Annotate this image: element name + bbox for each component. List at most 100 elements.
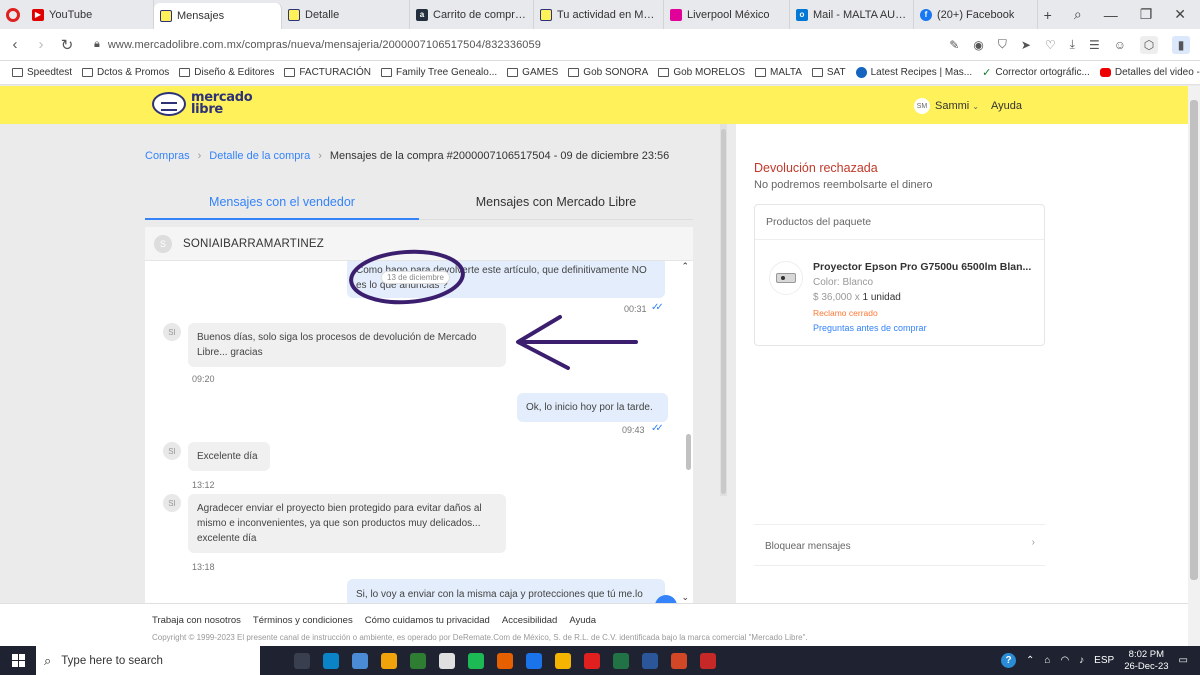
scrollbar-thumb[interactable] (1190, 100, 1198, 580)
url-field[interactable]: www.mercadolibre.com.mx/compras/nueva/me… (108, 39, 541, 51)
heart-icon[interactable]: ♡ (1045, 38, 1056, 52)
network-icon[interactable]: ⌂ (1044, 655, 1050, 666)
product-name[interactable]: Proyector Epson Pro G7500u 6500lm Blan..… (813, 261, 1031, 273)
close-icon[interactable]: ✕ (1174, 6, 1186, 23)
footer-link[interactable]: Accesibilidad (502, 615, 557, 626)
bookmark-item[interactable]: FACTURACIÓN (284, 67, 371, 78)
user-menu[interactable]: SM Sammi ⌄ (914, 98, 979, 114)
bookmark-item[interactable]: Diseño & Editores (179, 67, 274, 78)
minimize-icon[interactable]: — (1104, 7, 1118, 23)
extensions-icon[interactable]: ⬡ (1140, 35, 1158, 54)
help-link[interactable]: Ayuda (991, 100, 1022, 112)
chat-scrollbar[interactable] (686, 434, 691, 470)
bookmark-item[interactable]: Speedtest (12, 67, 72, 78)
chevron-up-icon[interactable]: ⌃ (1026, 655, 1034, 666)
footer-link[interactable]: Cómo cuidamos tu privacidad (365, 615, 490, 626)
restore-icon[interactable]: ❐ (1140, 6, 1153, 23)
help-icon[interactable]: ? (1001, 653, 1016, 668)
windows-start-icon[interactable] (0, 654, 36, 667)
bookmark-label: Diseño & Editores (194, 67, 275, 78)
menu-icon[interactable]: ☰ (1089, 38, 1100, 52)
taskbar-app-icon[interactable] (700, 652, 716, 669)
taskbar-app-icon[interactable] (555, 652, 571, 669)
mercadolibre-logo[interactable]: mercado libre (152, 91, 253, 116)
tab-facebook[interactable]: f (20+) Facebook (914, 0, 1038, 29)
scroll-up-arrow-icon[interactable]: ⌃ (681, 261, 689, 272)
bookmark-item[interactable]: Latest Recipes | Mas... (855, 67, 972, 78)
bookmark-item[interactable]: Family Tree Genealo... (381, 67, 497, 78)
bookmark-item[interactable]: ✓ Corrector ortográfic... (982, 66, 1090, 79)
forward-icon[interactable]: › (28, 36, 54, 53)
bookmark-item[interactable]: Detalles del video -... (1099, 67, 1200, 78)
bookmark-item[interactable]: Gob MORELOS (658, 67, 745, 78)
chat-thread[interactable]: Como hago para devolverte este artículo,… (145, 261, 693, 603)
facebook-icon: f (920, 8, 932, 21)
tab-ml-activity[interactable]: Tu actividad en Mercado L (534, 0, 664, 29)
reload-icon[interactable]: ↻ (54, 36, 80, 54)
tab-youtube[interactable]: ▶ YouTube (26, 0, 154, 29)
taskbar-app-icon[interactable] (584, 652, 600, 669)
taskbar-app-icon[interactable] (497, 652, 513, 669)
bookmark-item[interactable]: Dctos & Promos (82, 67, 169, 78)
footer-link[interactable]: Trabaja con nosotros (152, 615, 241, 626)
tab-amazon-cart[interactable]: a Carrito de compras de Am (410, 0, 534, 29)
lock-icon[interactable]: 🔒︎ (94, 38, 100, 51)
wifi-icon[interactable]: ◠ (1060, 655, 1069, 666)
sidebar-icon[interactable]: ▮ (1172, 35, 1190, 54)
tab-liverpool[interactable]: Liverpool México (664, 0, 790, 29)
back-icon[interactable]: ‹ (2, 36, 28, 53)
breadcrumb-detalle[interactable]: Detalle de la compra (209, 150, 310, 162)
bookmark-item[interactable]: Gob SONORA (568, 67, 648, 78)
bookmark-item[interactable]: SAT (811, 67, 846, 78)
message-time: 09:43 (622, 425, 645, 435)
opera-logo-icon[interactable] (0, 0, 26, 29)
send-icon[interactable]: ➤ (1021, 38, 1031, 52)
avatar: SM (914, 98, 930, 114)
breadcrumb-compras[interactable]: Compras (145, 150, 190, 162)
notifications-icon[interactable]: ▭ (1179, 655, 1188, 666)
taskbar-search[interactable]: ⌕ Type here to search (36, 646, 260, 675)
search-tabs-icon[interactable]: ⌕ (1074, 6, 1082, 23)
clock[interactable]: 8:02 PM 26-Dec-23 (1124, 649, 1168, 673)
tab-title: Carrito de compras de Am (433, 8, 527, 21)
taskbar-app-icon[interactable] (468, 652, 484, 669)
tab-ml-messages[interactable]: Mensajes con Mercado Libre (419, 186, 693, 220)
taskbar-app-icon[interactable] (526, 652, 542, 669)
questions-link[interactable]: Preguntas antes de comprar (813, 323, 927, 333)
content-scrollbar[interactable] (720, 124, 727, 496)
message-bubble-incoming: Excelente día (188, 442, 270, 471)
taskbar-app-icon[interactable] (381, 652, 397, 669)
taskbar-app-icon[interactable] (439, 652, 455, 669)
taskbar-app-icon[interactable] (352, 652, 368, 669)
edit-icon[interactable]: ✎ (949, 38, 959, 52)
taskbar-app-icon[interactable] (642, 652, 658, 669)
taskbar-app-icon[interactable] (294, 652, 310, 669)
tab-mail[interactable]: o Mail - MALTA AUDIOVISU (790, 0, 914, 29)
footer-link[interactable]: Términos y condiciones (253, 615, 353, 626)
product-price: $ 36,000 x 1 unidad (813, 292, 901, 303)
scrollbar-thumb[interactable] (721, 129, 726, 494)
new-tab-icon[interactable]: + (1044, 7, 1052, 23)
product-thumbnail[interactable] (769, 261, 803, 295)
tab-seller-messages[interactable]: Mensajes con el vendedor (145, 186, 419, 220)
language-indicator[interactable]: ESP (1094, 655, 1114, 666)
bookmark-item[interactable]: GAMES (507, 67, 558, 78)
scroll-down-arrow-icon[interactable]: ⌄ (681, 592, 689, 603)
profile-icon[interactable]: ☺ (1114, 38, 1126, 52)
taskbar-app-icon[interactable] (613, 652, 629, 669)
tab-mensajes[interactable]: Mensajes (154, 3, 282, 29)
taskbar-app-icon[interactable] (410, 652, 426, 669)
message-time: 13:12 (192, 480, 215, 490)
windows-taskbar: ⌕ Type here to search ? ⌃ ⌂ ◠ ♪ ESP 8:02… (0, 646, 1200, 675)
bookmark-item[interactable]: MALTA (755, 67, 802, 78)
shield-icon[interactable]: ⛉ (998, 37, 1007, 52)
download-icon[interactable]: ⤓ (1070, 37, 1075, 52)
volume-icon[interactable]: ♪ (1079, 655, 1084, 666)
taskbar-app-icon[interactable] (671, 652, 687, 669)
block-messages-row[interactable]: Bloquear mensajes › (754, 524, 1045, 566)
taskbar-app-icon[interactable] (323, 652, 339, 669)
camera-icon[interactable]: ◉ (973, 38, 983, 52)
footer-link[interactable]: Ayuda (569, 615, 596, 626)
tab-detalle[interactable]: Detalle (282, 0, 410, 29)
page-scrollbar[interactable] (1188, 86, 1200, 646)
